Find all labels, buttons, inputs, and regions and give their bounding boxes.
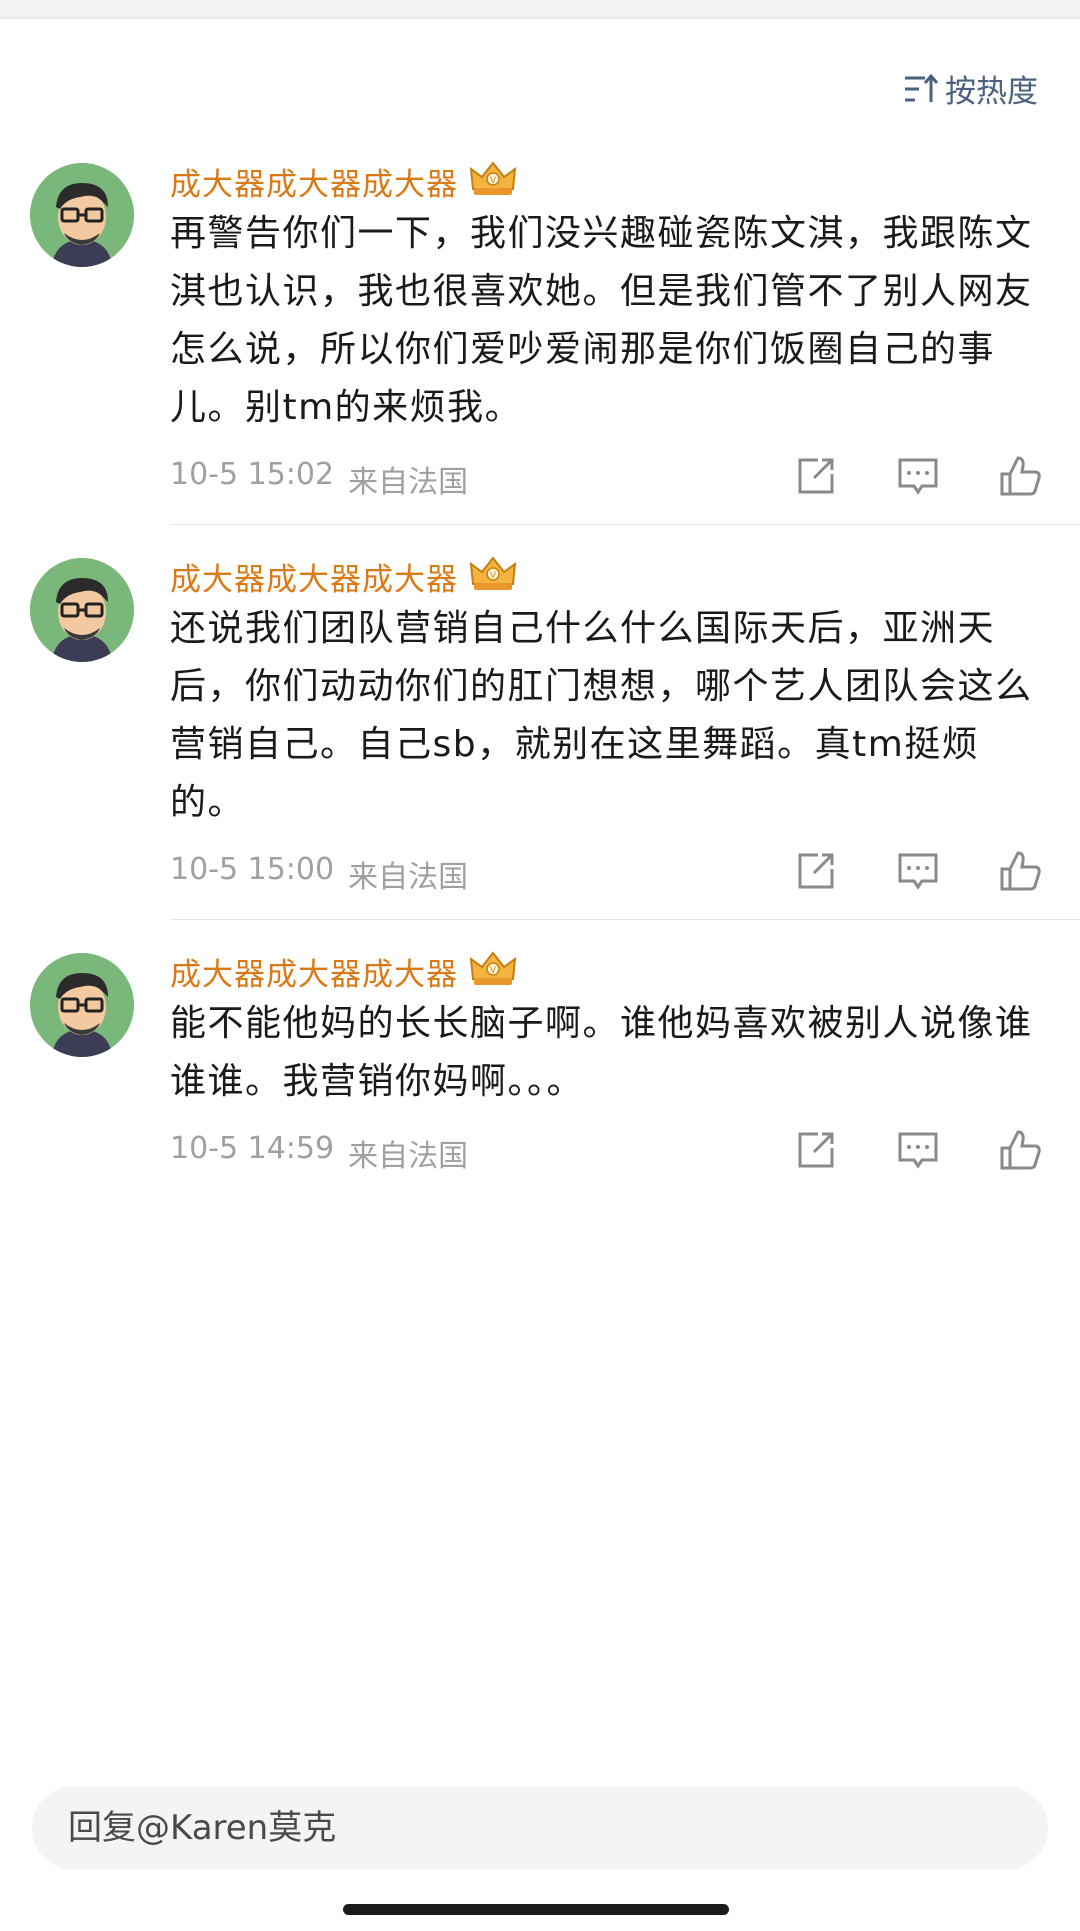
share-icon[interactable] xyxy=(794,454,838,498)
username[interactable]: 成大器成大器成大器 xyxy=(170,159,458,204)
crown-badge-icon: V xyxy=(468,949,518,993)
comment-meta: 10-5 15:02 来自法国 xyxy=(170,457,468,501)
username[interactable]: 成大器成大器成大器 xyxy=(170,949,458,994)
sort-icon xyxy=(905,73,939,102)
divider xyxy=(170,524,1080,525)
home-indicator[interactable] xyxy=(343,1904,729,1915)
share-icon[interactable] xyxy=(794,1128,838,1172)
comment-icon[interactable] xyxy=(896,1128,940,1172)
comment-time: 10-5 14:59 xyxy=(170,1131,335,1166)
like-icon[interactable] xyxy=(998,849,1042,893)
divider xyxy=(170,919,1080,920)
comment-text: 再警告你们一下，我们没兴趣碰瓷陈文淇，我跟陈文淇也认识，我也很喜欢她。但是我们管… xyxy=(170,213,1033,428)
avatar[interactable] xyxy=(30,558,134,662)
comment-text: 还说我们团队营销自己什么什么国际天后，亚洲天后，你们动动你们的肛门想想，哪个艺人… xyxy=(170,608,1033,823)
comment-actions xyxy=(794,1128,1042,1172)
comment-time: 10-5 15:02 xyxy=(170,457,335,492)
avatar[interactable] xyxy=(30,163,134,267)
top-strip xyxy=(0,0,1080,19)
svg-text:V: V xyxy=(490,175,496,185)
comment-location: 来自法国 xyxy=(348,860,469,895)
comment-thread-page: 按热度 成大器成大器成大器 V 再警告你们一下，我们没兴趣碰瓷陈文淇，我跟陈文淇… xyxy=(0,0,1080,1931)
sort-label: 按热度 xyxy=(945,74,1038,110)
comment-actions xyxy=(794,849,1042,893)
comment-location: 来自法国 xyxy=(348,465,469,500)
crown-badge-icon: V xyxy=(468,159,518,203)
comment-time: 10-5 15:00 xyxy=(170,852,335,887)
username-row: 成大器成大器成大器 V xyxy=(170,553,518,599)
comment-actions xyxy=(794,454,1042,498)
reply-input[interactable] xyxy=(66,1807,970,1849)
avatar[interactable] xyxy=(30,953,134,1057)
crown-badge-icon: V xyxy=(468,554,518,598)
comment-location: 来自法国 xyxy=(348,1139,469,1174)
share-icon[interactable] xyxy=(794,849,838,893)
like-icon[interactable] xyxy=(998,454,1042,498)
svg-text:V: V xyxy=(490,965,496,975)
comment-meta: 10-5 14:59 来自法国 xyxy=(170,1131,468,1175)
reply-bar[interactable] xyxy=(32,1786,1048,1870)
comment-icon[interactable] xyxy=(896,849,940,893)
comment-text: 能不能他妈的长长脑子啊。谁他妈喜欢被别人说像谁谁谁。我营销你妈啊。。。 xyxy=(170,1003,1033,1102)
comment-meta: 10-5 15:00 来自法国 xyxy=(170,852,468,896)
username-row: 成大器成大器成大器 V xyxy=(170,948,518,994)
comment-icon[interactable] xyxy=(896,454,940,498)
svg-text:V: V xyxy=(490,570,496,580)
username[interactable]: 成大器成大器成大器 xyxy=(170,554,458,599)
sort-by-hot-button[interactable]: 按热度 xyxy=(903,66,1038,111)
like-icon[interactable] xyxy=(998,1128,1042,1172)
username-row: 成大器成大器成大器 V xyxy=(170,158,518,204)
